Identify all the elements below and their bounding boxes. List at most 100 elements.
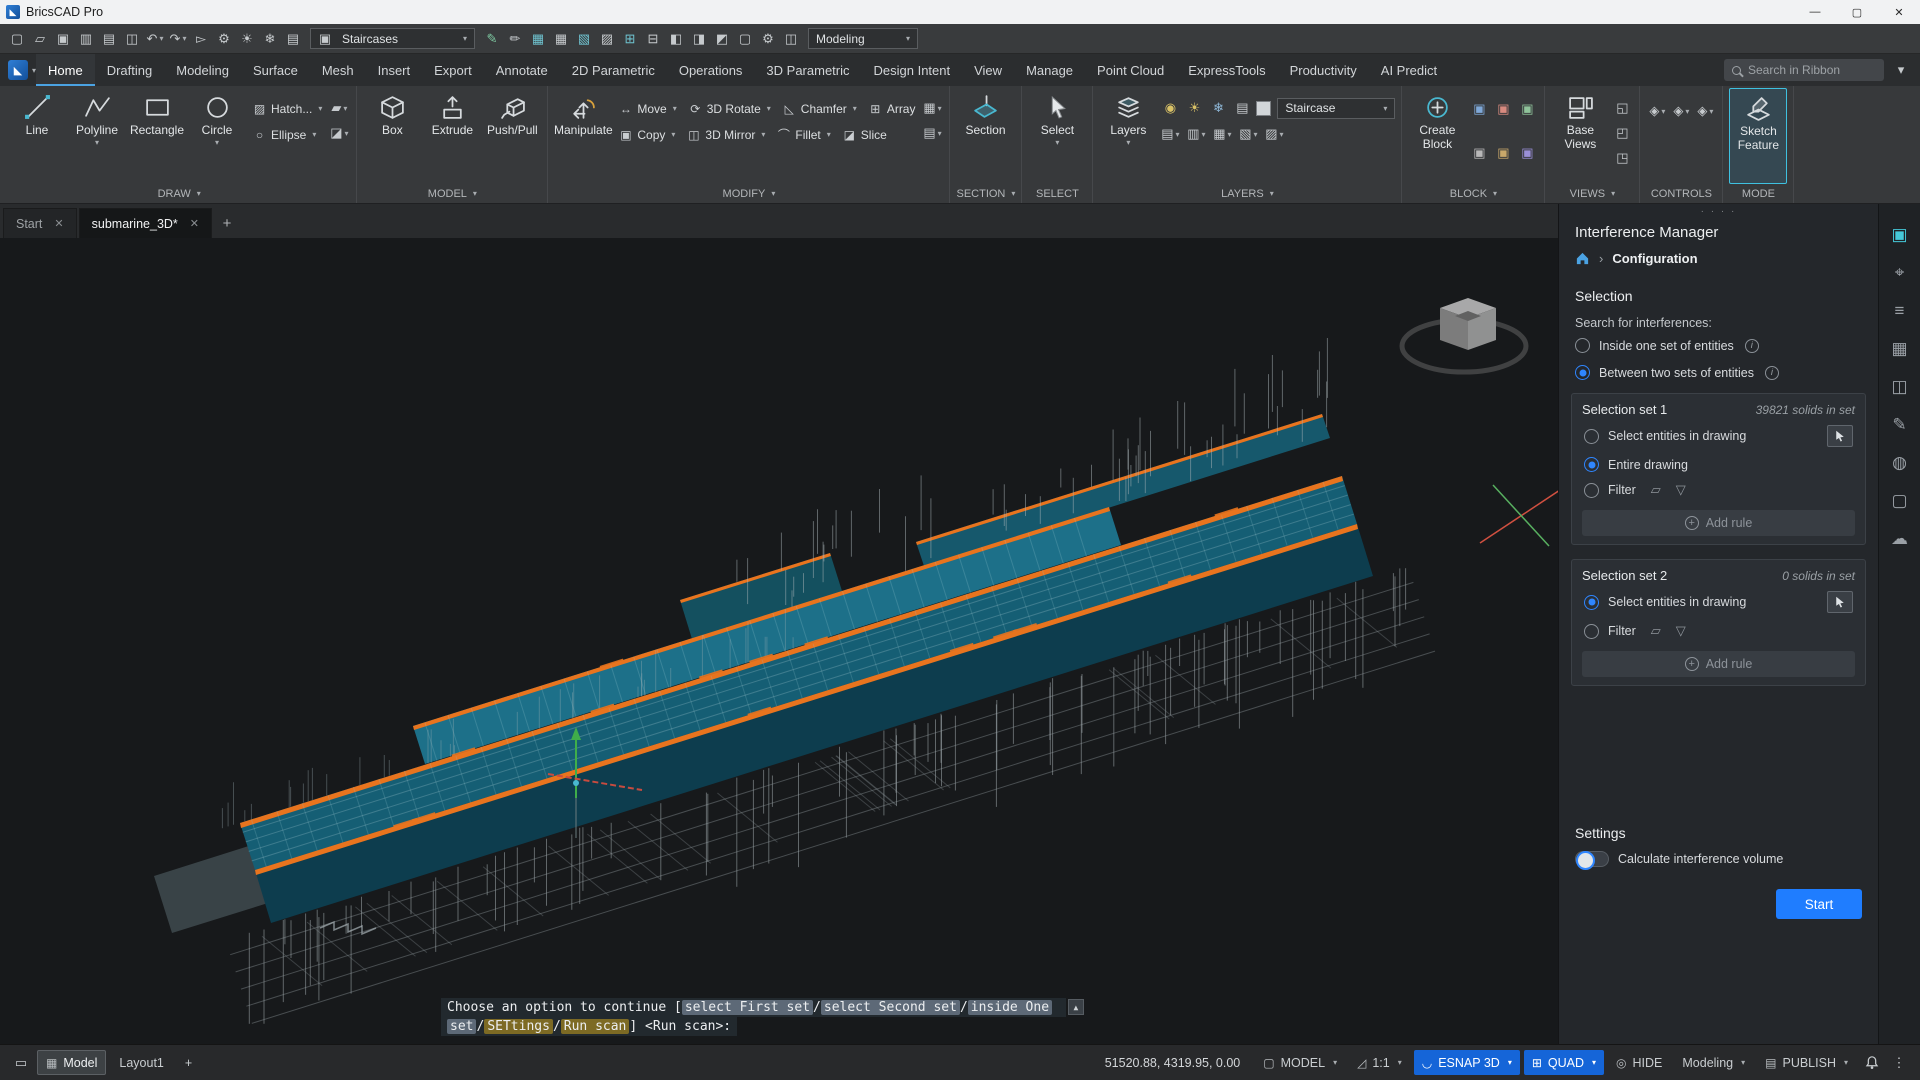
line-button[interactable]: Line [8, 88, 66, 184]
set2-filter-row[interactable]: Filter ▱ ▽ [1582, 618, 1855, 644]
snap-grid-icon[interactable]: ▦ [527, 28, 549, 50]
ribbon-options-icon[interactable]: ▾ [1890, 59, 1912, 81]
command-line[interactable]: Choose an option to continue [select Fir… [441, 998, 1084, 1036]
snap-grid-3-icon[interactable]: ▧ [573, 28, 595, 50]
sun-icon[interactable]: ☀ [236, 28, 258, 50]
tab-manage[interactable]: Manage [1014, 54, 1085, 86]
display-panel-icon[interactable]: ▢ [1879, 482, 1920, 520]
layer-match-icon[interactable]: ▨▾ [1263, 123, 1285, 145]
radio-icon[interactable] [1584, 429, 1599, 444]
cloud-panel-icon[interactable]: ☁ [1879, 520, 1920, 558]
filter-funnel-icon[interactable]: ▽ [1676, 482, 1686, 498]
radio-icon[interactable] [1575, 338, 1590, 353]
layers-group-caption[interactable]: LAYERS▾ [1099, 184, 1395, 203]
tab-export[interactable]: Export [422, 54, 484, 86]
plot-preview-icon[interactable]: ◫ [121, 28, 143, 50]
camera-controls-icon[interactable]: ◈▾ [1694, 100, 1716, 122]
mirror3d-button[interactable]: ◫3D Mirror▾ [682, 123, 769, 146]
sketch-pencil-icon[interactable]: ✏ [504, 28, 526, 50]
circle-button[interactable]: Circle ▾ [188, 88, 246, 184]
radio-icon[interactable] [1584, 624, 1599, 639]
maximize-button[interactable]: ▢ [1836, 0, 1878, 24]
info-icon[interactable]: i [1765, 366, 1779, 380]
edit-block-icon[interactable]: ▣ [1492, 98, 1514, 120]
layer-color-swatch[interactable] [1256, 101, 1271, 116]
tab-expresstools[interactable]: ExpressTools [1176, 54, 1277, 86]
set2-select-entities-row[interactable]: Select entities in drawing [1582, 586, 1855, 618]
model-tab[interactable]: ▦ Model [37, 1050, 106, 1075]
command-option[interactable]: select Second set [821, 1000, 960, 1015]
layer-sun-icon[interactable]: ☀ [1183, 97, 1205, 119]
close-tab-icon[interactable]: ✕ [54, 217, 63, 230]
open-filter-icon[interactable]: ▱ [1651, 482, 1661, 498]
section-view-icon[interactable]: ◱ [1611, 97, 1633, 119]
layer-off-icon[interactable]: ▥▾ [1185, 123, 1207, 145]
table-2-icon[interactable]: ⊟ [642, 28, 664, 50]
layer-freeze-icon[interactable]: ❄ [1207, 97, 1229, 119]
viewport-3d[interactable]: Choose an option to continue [select Fir… [0, 238, 1558, 1044]
notification-bell-icon[interactable] [1861, 1052, 1883, 1074]
set2-add-rule-button[interactable]: + Add rule [1582, 651, 1855, 677]
ribbon-search-input[interactable]: Search in Ribbon [1724, 59, 1884, 81]
manipulator-panel-icon[interactable]: ⌖ [1879, 254, 1920, 292]
tab-design-intent[interactable]: Design Intent [862, 54, 963, 86]
attach-icon[interactable]: ▣ [1516, 98, 1538, 120]
new-layout-button[interactable]: + [177, 1050, 200, 1075]
tab-mesh[interactable]: Mesh [310, 54, 366, 86]
new-document-tab-button[interactable]: + [214, 208, 240, 238]
tab-productivity[interactable]: Productivity [1278, 54, 1369, 86]
radio-icon[interactable] [1584, 483, 1599, 498]
bricscad-menu-logo[interactable]: ◣ [8, 60, 28, 80]
blocks-panel-icon[interactable]: ▦ [1879, 330, 1920, 368]
sheets-panel-icon[interactable]: ◫ [1879, 368, 1920, 406]
interference-panel-icon[interactable]: ▣ [1879, 216, 1920, 254]
section-group-caption[interactable]: SECTION▾ [956, 184, 1015, 203]
staircases-layer-combo[interactable]: ▣ Staircases ▾ [310, 28, 475, 49]
pencil-add-icon[interactable]: ✎ [481, 28, 503, 50]
quad-item[interactable]: ⊞QUAD▾ [1524, 1050, 1604, 1075]
monitor-icon[interactable]: ▢ [734, 28, 756, 50]
tab-3d-parametric[interactable]: 3D Parametric [754, 54, 861, 86]
view-controls-icon[interactable]: ◈▾ [1646, 100, 1668, 122]
insert-block-icon[interactable]: ▣ [1468, 98, 1490, 120]
redo-icon[interactable]: ↷▾ [167, 28, 189, 50]
tab-2d-parametric[interactable]: 2D Parametric [560, 54, 667, 86]
snowflake-icon[interactable]: ❄ [259, 28, 281, 50]
pick-entities-button[interactable] [1827, 591, 1853, 613]
close-button[interactable]: ✕ [1878, 0, 1920, 24]
document-tab-start[interactable]: Start✕ [3, 208, 77, 238]
publish-item[interactable]: ▤PUBLISH▾ [1757, 1050, 1856, 1075]
tab-drafting[interactable]: Drafting [95, 54, 165, 86]
command-option[interactable]: set [447, 1019, 476, 1034]
select-button[interactable]: Select ▾ [1028, 88, 1086, 184]
copy-button[interactable]: ▣Copy▾ [614, 123, 679, 146]
current-layer-combo[interactable]: Staircase ▾ [1277, 98, 1395, 119]
calculate-volume-row[interactable]: Calculate interference volume [1559, 845, 1878, 873]
link-icon[interactable]: ◫ [780, 28, 802, 50]
manipulate-button[interactable]: Manipulate [554, 88, 612, 184]
filter-funnel-icon[interactable]: ▽ [1676, 623, 1686, 639]
array-button[interactable]: ⊞Array [864, 97, 920, 120]
window-layout-icon[interactable]: ▭ [10, 1052, 32, 1074]
slice-button[interactable]: ◪Slice [838, 123, 891, 146]
move-button[interactable]: ↔Move▾ [614, 97, 680, 120]
refedit-icon[interactable]: ▣ [1516, 142, 1538, 164]
save-all-icon[interactable]: ▥ [75, 28, 97, 50]
radio-icon[interactable] [1584, 457, 1599, 472]
structure-panel-icon[interactable]: ≡ [1879, 292, 1920, 330]
view-cube[interactable] [1402, 298, 1526, 372]
draw-group-caption[interactable]: DRAW▾ [8, 184, 350, 203]
set1-entire-drawing-row[interactable]: Entire drawing [1582, 452, 1855, 477]
extrude-button[interactable]: Extrude [423, 88, 481, 184]
layout1-tab[interactable]: Layout1 [111, 1050, 171, 1075]
open-file-icon[interactable]: ▱ [29, 28, 51, 50]
iso-right-icon[interactable]: ◨ [688, 28, 710, 50]
set1-filter-row[interactable]: Filter ▱ ▽ [1582, 477, 1855, 503]
create-block-button[interactable]: Create Block [1408, 88, 1466, 184]
polyline-button[interactable]: Polyline ▾ [68, 88, 126, 184]
radio-icon[interactable] [1575, 365, 1590, 380]
start-button[interactable]: Start [1776, 889, 1862, 919]
rectangle-button[interactable]: Rectangle [128, 88, 186, 184]
render-controls-icon[interactable]: ◈▾ [1670, 100, 1692, 122]
modify-group-caption[interactable]: MODIFY▾ [554, 184, 943, 203]
